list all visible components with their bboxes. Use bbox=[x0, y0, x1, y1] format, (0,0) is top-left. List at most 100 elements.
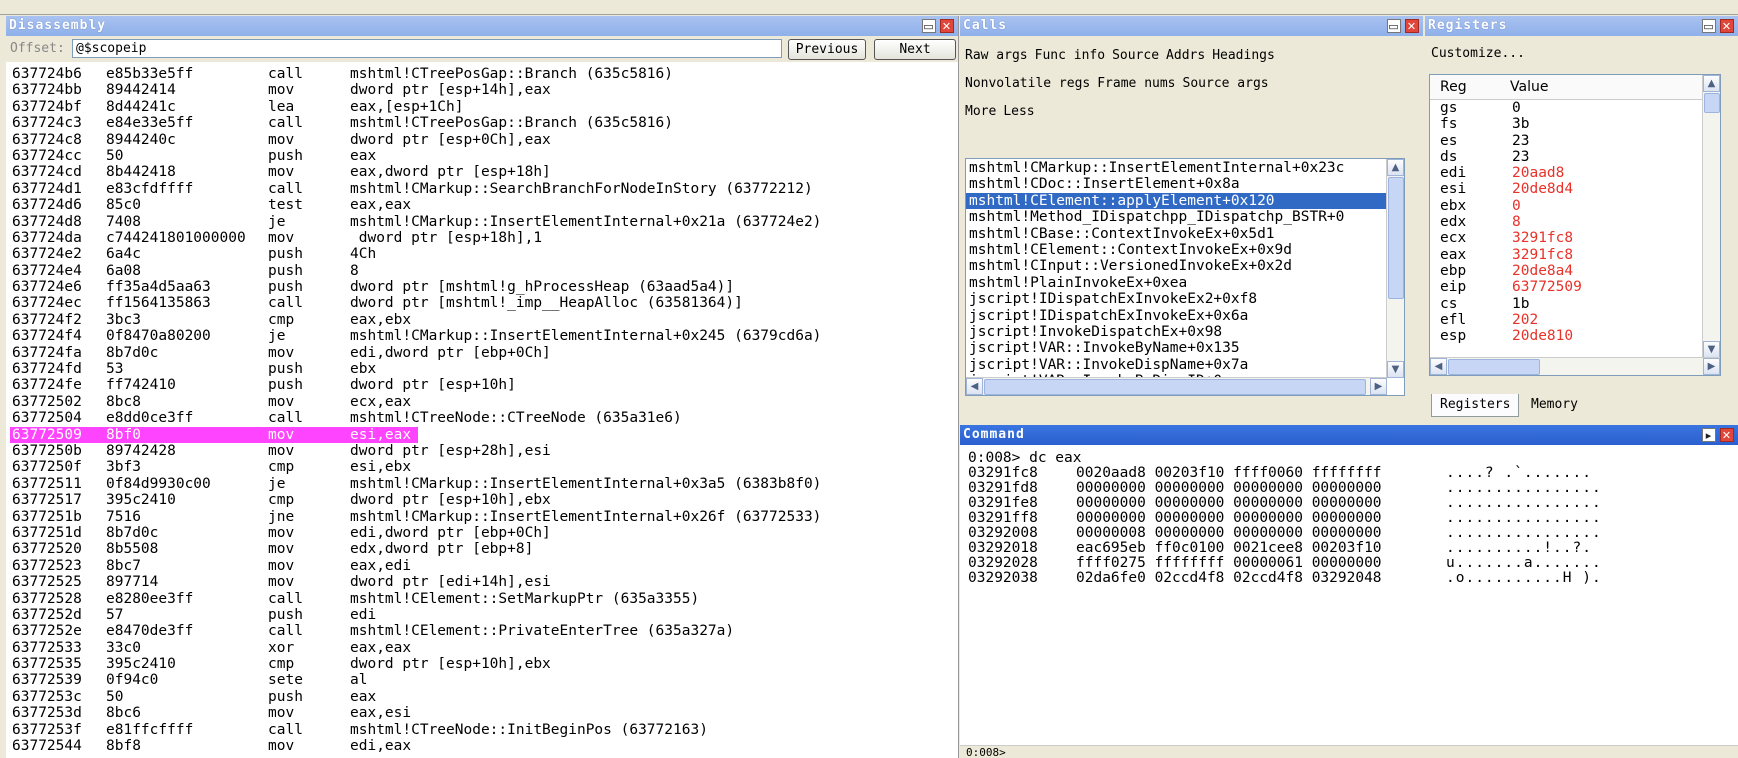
disassembly-line[interactable]: 637724f4 0f8470a80200 je mshtml!CMarkup::In… bbox=[10, 328, 958, 344]
call-frame[interactable]: mshtml!CElement::applyElement+0x120 bbox=[966, 192, 1387, 210]
disassembly-line[interactable]: 637724bb 89442414 mov dword ptr [esp+14h],e… bbox=[10, 82, 958, 98]
calls-option-nonvolatile-regs[interactable]: Nonvolatile regs bbox=[965, 76, 1090, 91]
call-frame[interactable]: mshtml!CElement::ContextInvokeEx+0x9d bbox=[966, 242, 1387, 258]
tab-memory[interactable]: Memory bbox=[1523, 394, 1586, 416]
console-icon[interactable]: ▸ bbox=[1702, 428, 1716, 442]
calls-option-source-args[interactable]: Source args bbox=[1183, 76, 1269, 91]
disassembly-line[interactable]: 6377252d 57 push edi bbox=[10, 607, 958, 623]
disassembly-line[interactable]: 6377252e e8470de3ff call mshtml!CElement::P… bbox=[10, 623, 958, 639]
register-value[interactable]: 23 bbox=[1512, 133, 1529, 149]
calls-option-frame-nums[interactable]: Frame nums bbox=[1097, 76, 1175, 91]
register-row[interactable]: edi 20aad8 bbox=[1430, 165, 1720, 181]
disassembly-line[interactable]: 63772525 897714 mov dword ptr [edi+14h],esi bbox=[10, 574, 958, 590]
disassembly-line[interactable]: 6377250b 89742428 mov dword ptr [esp+28h],e… bbox=[10, 443, 958, 459]
register-row[interactable]: eax 3291fc8 bbox=[1430, 247, 1720, 263]
disassembly-line[interactable]: 6377253d 8bc6 mov eax,esi bbox=[10, 705, 958, 721]
call-frame[interactable]: mshtml!CInput::VersionedInvokeEx+0x2d bbox=[966, 258, 1387, 274]
calls-vertical-scrollbar[interactable]: ▲ ▼ bbox=[1386, 159, 1404, 378]
disassembly-line[interactable]: 637724d6 85c0 test eax,eax bbox=[10, 197, 958, 213]
disassembly-line[interactable]: 637724c8 8944240c mov dword ptr [esp+0Ch],e… bbox=[10, 132, 958, 148]
disassembly-line[interactable]: 637724bf 8d44241c lea eax,[esp+1Ch] bbox=[10, 99, 958, 115]
command-input-bar[interactable]: 0:008> bbox=[960, 745, 1738, 758]
register-row[interactable]: fs 3b bbox=[1430, 116, 1720, 132]
disassembly-line[interactable]: 637724f2 3bc3 cmp eax,ebx bbox=[10, 312, 958, 328]
register-value[interactable]: 23 bbox=[1512, 149, 1529, 165]
command-titlebar[interactable]: Command ▸ ✕ bbox=[960, 425, 1738, 445]
dock-icon[interactable]: ▭ bbox=[1702, 19, 1716, 33]
register-value[interactable]: 20de810 bbox=[1512, 328, 1573, 344]
register-row[interactable]: esp 20de810 bbox=[1430, 328, 1720, 344]
disassembly-line[interactable]: 637724d1 e83cfdffff call mshtml!CMarkup::Se… bbox=[10, 181, 958, 197]
register-row[interactable]: esi 20de8d4 bbox=[1430, 181, 1720, 197]
register-row[interactable]: es 23 bbox=[1430, 133, 1720, 149]
register-value[interactable]: 63772509 bbox=[1512, 279, 1582, 295]
calls-option-raw-args[interactable]: Raw args bbox=[965, 48, 1028, 63]
scroll-up-icon[interactable]: ▲ bbox=[1387, 159, 1404, 176]
command-output[interactable]: 0:008> dc eax 03291fc8 0020aad8 00203f10 … bbox=[968, 451, 1718, 586]
call-frame[interactable]: mshtml!CBase::ContextInvokeEx+0x5d1 bbox=[966, 226, 1387, 242]
disassembly-line[interactable]: 63772511 0f84d9930c00 je mshtml!CMarkup::In… bbox=[10, 476, 958, 492]
register-row[interactable]: efl 202 bbox=[1430, 312, 1720, 328]
disassembly-line[interactable]: 637724e6 ff35a4d5aa63 push dword ptr [mshtm… bbox=[10, 279, 958, 295]
call-frame[interactable]: mshtml!PlainInvokeEx+0xea bbox=[966, 275, 1387, 291]
disassembly-line[interactable]: 637724ec ff1564135863 call dword ptr [mshtm… bbox=[10, 295, 958, 311]
register-value[interactable]: 20de8a4 bbox=[1512, 263, 1573, 279]
calls-option-addrs[interactable]: Addrs bbox=[1166, 48, 1205, 63]
disassembly-line[interactable]: 63772520 8b5508 mov edx,dword ptr [ebp+8] bbox=[10, 541, 958, 557]
close-icon[interactable]: ✕ bbox=[940, 19, 954, 33]
call-frame[interactable]: jscript!VAR::InvokeByName+0x135 bbox=[966, 340, 1387, 356]
scroll-left-icon[interactable]: ◀ bbox=[966, 378, 983, 395]
column-header-value[interactable]: Value bbox=[1510, 75, 1548, 99]
disassembly-line[interactable]: 637724fa 8b7d0c mov edi,dword ptr [ebp+0Ch] bbox=[10, 345, 958, 361]
register-row[interactable]: ebp 20de8a4 bbox=[1430, 263, 1720, 279]
previous-button[interactable]: Previous bbox=[788, 39, 866, 60]
register-value[interactable]: 1b bbox=[1512, 296, 1529, 312]
register-row[interactable]: eip 63772509 bbox=[1430, 279, 1720, 295]
call-frame[interactable]: jscript!IDispatchExInvokeEx2+0xf8 bbox=[966, 291, 1387, 307]
scroll-down-icon[interactable]: ▼ bbox=[1387, 361, 1404, 378]
scroll-up-icon[interactable]: ▲ bbox=[1703, 75, 1720, 92]
call-frame[interactable]: jscript!IDispatchExInvokeEx+0x6a bbox=[966, 308, 1387, 324]
close-icon[interactable]: ✕ bbox=[1405, 19, 1419, 33]
register-row[interactable]: ecx 3291fc8 bbox=[1430, 230, 1720, 246]
call-frame[interactable]: mshtml!Method_IDispatchpp_IDispatchp_BST… bbox=[966, 209, 1387, 225]
calls-option-less[interactable]: Less bbox=[1003, 104, 1034, 119]
dock-icon[interactable]: ▭ bbox=[922, 19, 936, 33]
call-frame[interactable]: mshtml!CDoc::InsertElement+0x8a bbox=[966, 176, 1387, 192]
register-row[interactable]: ebx 0 bbox=[1430, 198, 1720, 214]
disassembly-line[interactable]: 637724cd 8b442418 mov eax,dword ptr [esp+18… bbox=[10, 164, 958, 180]
disassembly-line[interactable]: 637724b6 e85b33e5ff call mshtml!CTreePosGap… bbox=[10, 66, 958, 82]
calls-horizontal-scrollbar[interactable]: ◀ ▶ bbox=[966, 377, 1387, 395]
disassembly-line[interactable]: 63772504 e8dd0ce3ff call mshtml!CTreeNode::… bbox=[10, 410, 958, 426]
registers-list[interactable]: Reg Value gs 0 fs 3b es 23 ds 23 edi 20aad8 esi 20d… bbox=[1429, 74, 1721, 376]
disassembly-line[interactable]: 637724fd 53 push ebx bbox=[10, 361, 958, 377]
disassembly-line[interactable]: 63772502 8bc8 mov ecx,eax bbox=[10, 394, 958, 410]
disassembly-line[interactable]: 6377251d 8b7d0c mov edi,dword ptr [ebp+0Ch] bbox=[10, 525, 958, 541]
register-row[interactable]: ds 23 bbox=[1430, 149, 1720, 165]
registers-vertical-scrollbar[interactable]: ▲ ▼ bbox=[1702, 75, 1720, 358]
calls-option-func-info[interactable]: Func info bbox=[1035, 48, 1105, 63]
register-value[interactable]: 20de8d4 bbox=[1512, 181, 1573, 197]
next-button[interactable]: Next bbox=[874, 39, 956, 60]
disassembly-line[interactable]: 63772528 e8280ee3ff call mshtml!CElement::S… bbox=[10, 591, 958, 607]
disassembly-line[interactable]: 63772523 8bc7 mov eax,edi bbox=[10, 558, 958, 574]
call-frame[interactable]: jscript!VAR::InvokeDispName+0x7a bbox=[966, 357, 1387, 373]
disassembly-line[interactable]: 63772517 395c2410 cmp dword ptr [esp+10h],e… bbox=[10, 492, 958, 508]
register-row[interactable]: edx 8 bbox=[1430, 214, 1720, 230]
disassembly-line[interactable]: 637724d8 7408 je mshtml!CMarkup::InsertElem… bbox=[10, 214, 958, 230]
disassembly-line[interactable]: 6377250f 3bf3 cmp esi,ebx bbox=[10, 459, 958, 475]
scroll-thumb[interactable] bbox=[1448, 359, 1540, 375]
scroll-down-icon[interactable]: ▼ bbox=[1703, 341, 1720, 358]
register-value[interactable]: 0 bbox=[1512, 198, 1521, 214]
register-value[interactable]: 3291fc8 bbox=[1512, 230, 1573, 246]
disassembly-line[interactable]: 637724c3 e84e33e5ff call mshtml!CTreePosGap… bbox=[10, 115, 958, 131]
customize-button[interactable]: Customize... bbox=[1431, 46, 1525, 61]
disassembly-line[interactable]: 637724e2 6a4c push 4Ch bbox=[10, 246, 958, 262]
call-frame[interactable]: jscript!InvokeDispatchEx+0x98 bbox=[966, 324, 1387, 340]
register-value[interactable]: 3b bbox=[1512, 116, 1529, 132]
disassembly-line[interactable]: 6377253f e81ffcffff call mshtml!CTreeNode::… bbox=[10, 722, 958, 738]
scroll-right-icon[interactable]: ▶ bbox=[1370, 378, 1387, 395]
disassembly-listing[interactable]: 637724b6 e85b33e5ff call mshtml!CTreePosGap… bbox=[10, 66, 958, 754]
call-stack-list[interactable]: mshtml!CMarkup::InsertElementInternal+0x… bbox=[965, 158, 1405, 396]
register-row[interactable]: gs 0 bbox=[1430, 100, 1720, 116]
